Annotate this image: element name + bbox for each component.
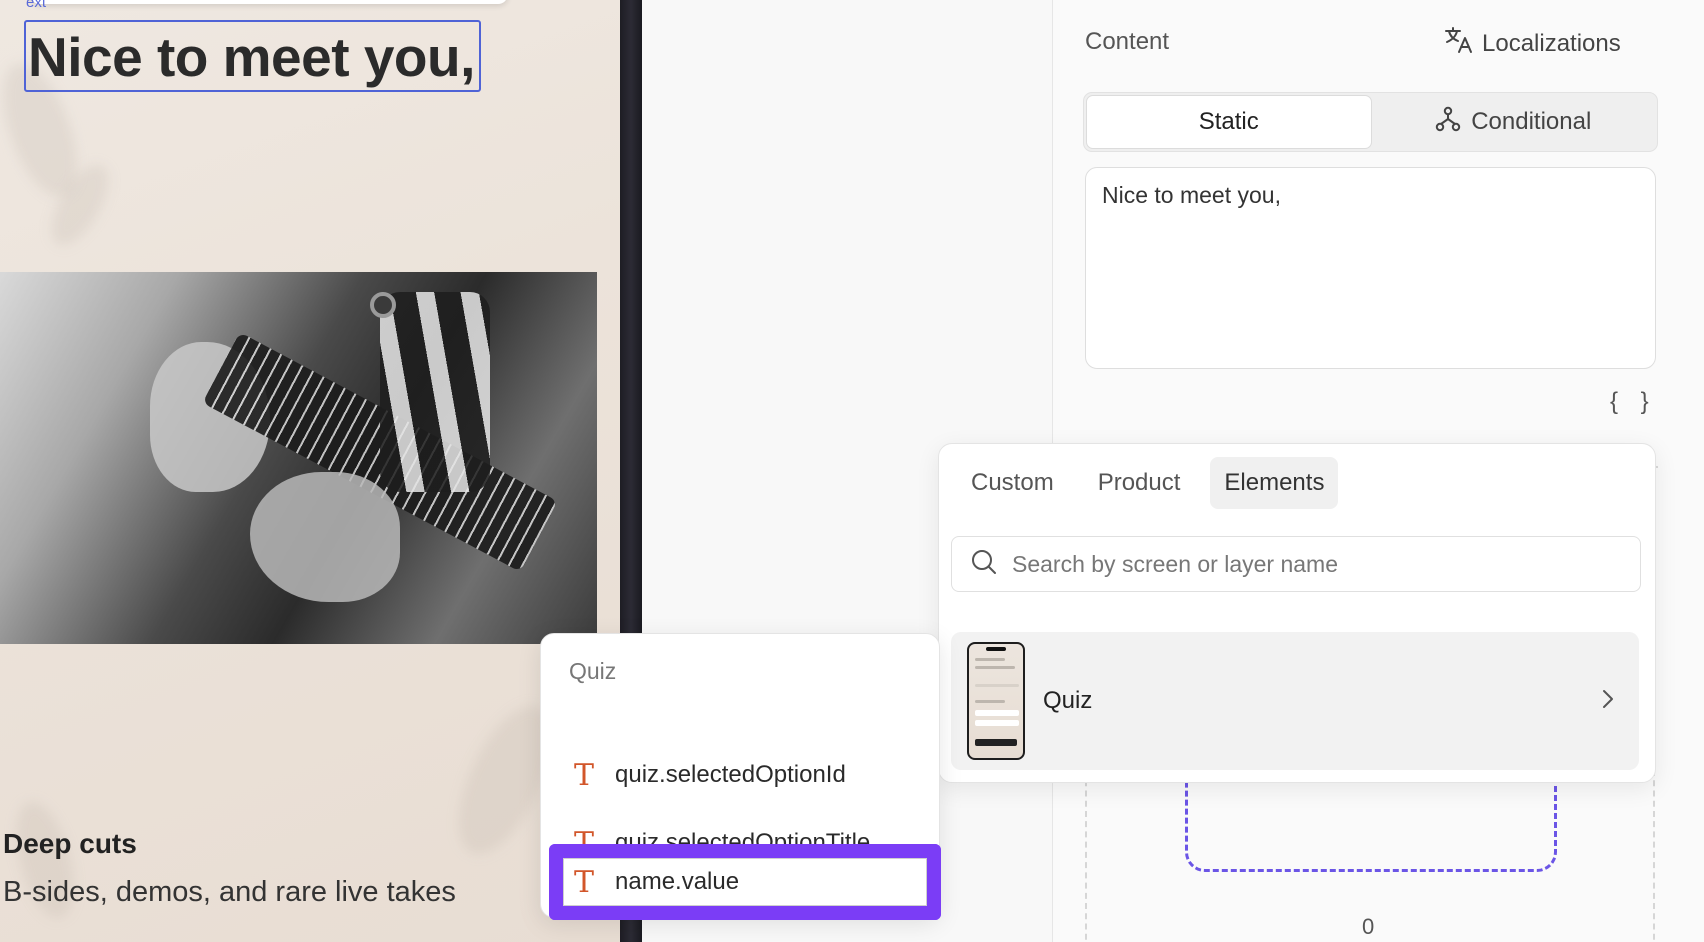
spacing-value: 0 [1362,914,1375,939]
tab-static[interactable]: Static [1086,95,1372,149]
tab-elements[interactable]: Elements [1210,457,1339,509]
variables-popover: Custom Product Elements Quiz [938,443,1656,783]
guitar-photo[interactable] [0,272,597,644]
content-text-input[interactable]: Nice to meet you, [1085,167,1656,369]
screen-item-quiz[interactable]: Quiz [951,632,1639,770]
canvas-preview: ext Nice to meet you, Deep cuts B-sides,… [0,0,620,942]
card-subtitle[interactable]: B-sides, demos, and rare live takes [3,876,456,909]
tab-conditional[interactable]: Conditional [1372,95,1656,149]
insert-variable-button[interactable]: { } [1610,388,1657,416]
text-type-icon: T [573,757,594,793]
localizations-button[interactable]: Localizations [1444,26,1621,61]
localizations-label: Localizations [1482,29,1621,57]
variable-label: quiz.selectedOptionId [615,761,846,788]
content-mode-toggle: Static Conditional [1083,92,1658,152]
screen-thumbnail [967,642,1025,760]
tab-conditional-label: Conditional [1471,108,1592,135]
layer-type-tag: ext [26,0,47,11]
tab-product[interactable]: Product [1084,457,1195,509]
branch-icon [1435,106,1461,139]
layer-search-input[interactable] [1012,550,1612,578]
variable-source-tabs: Custom Product Elements [957,457,1339,509]
screen-name: Quiz [1043,687,1093,714]
card-title[interactable]: Deep cuts [3,828,137,860]
variable-item-quiz-selected-option-id[interactable]: T quiz.selectedOptionId [549,744,929,806]
quiz-popover-header: Quiz [569,658,617,684]
variable-item-name-value[interactable]: T name.value [549,844,941,920]
search-icon [970,548,998,581]
selected-text-layer[interactable]: Nice to meet you, [24,20,481,92]
variable-label: name.value [615,868,740,895]
layer-search [951,536,1641,592]
text-type-icon: T [573,864,594,900]
translate-icon [1444,26,1474,61]
popover-edge [30,0,508,4]
tab-custom[interactable]: Custom [957,457,1068,509]
quiz-variables-popover: Quiz T quiz.selectedOptionId T quiz.sele… [540,633,941,920]
chevron-right-icon [1601,688,1615,715]
tab-static-label: Static [1198,108,1259,135]
content-section-label: Content [1085,28,1170,55]
